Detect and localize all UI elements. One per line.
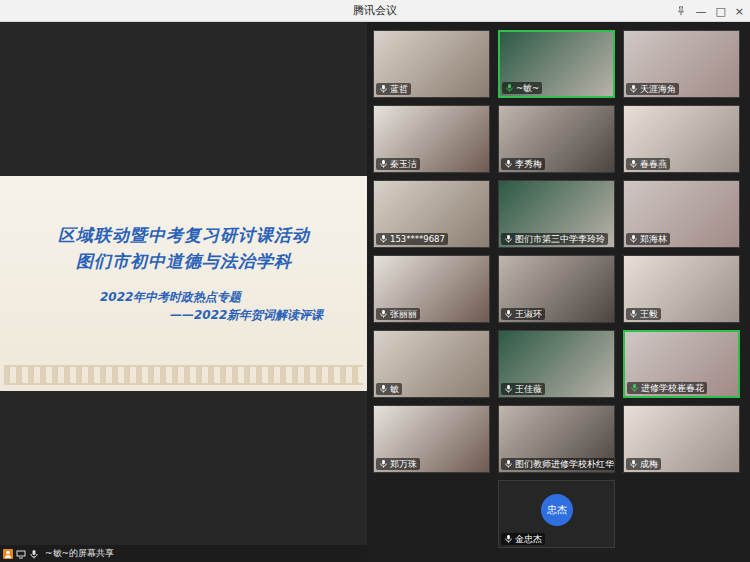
participant-name: 张丽丽 [390, 309, 417, 319]
participant-name: 春春燕 [640, 159, 667, 169]
participant-tile[interactable]: 图们教师进修学校朴红华 [498, 405, 615, 473]
participant-tile[interactable]: 天涯海角 [623, 30, 740, 98]
window-control-button[interactable]: □ [715, 6, 725, 17]
slide-subtitle: 2022年中考时政热点专题 [10, 288, 357, 306]
slide-subtitle: ——2022新年贺词解读评课 [10, 306, 357, 324]
participant-name: 敏 [390, 384, 399, 394]
participant-name: 蓝哲 [390, 84, 408, 94]
participant-name: 秦玉洁 [390, 159, 417, 169]
microphone-icon [629, 84, 638, 93]
participant-name: 郑万珠 [390, 459, 417, 469]
microphone-icon [504, 309, 513, 318]
participant-name: 王淑环 [515, 309, 542, 319]
microphone-icon [379, 459, 388, 468]
participant-label: 春春燕 [626, 158, 670, 170]
participant-label: ~敏~ [502, 82, 542, 94]
participant-name: 进修学校崔春花 [641, 383, 704, 393]
participant-tile[interactable]: 春春燕 [623, 105, 740, 173]
share-status-label: ~敏~的屏幕共享 [45, 547, 114, 560]
slide-title: 区域联动暨中考复习研讨课活动 [10, 223, 357, 249]
participant-tile[interactable]: 敏 [373, 330, 490, 398]
microphone-icon [505, 83, 514, 92]
participant-name: 图们市第三中学李玲玲 [515, 234, 605, 244]
microphone-icon [379, 159, 388, 168]
participant-tile[interactable]: 进修学校崔春花 [623, 330, 740, 398]
participant-name: ~敏~ [516, 83, 539, 93]
participant-tile[interactable]: 张丽丽 [373, 255, 490, 323]
participant-tile[interactable]: 成梅 [623, 405, 740, 473]
screen-share-area: 区域联动暨中考复习研讨课活动图们市初中道德与法治学科 2022年中考时政热点专题—… [0, 22, 367, 562]
window-title: 腾讯会议 [353, 3, 397, 18]
participant-label: 王毅 [626, 308, 661, 320]
participant-tile[interactable]: 忠杰金忠杰 [498, 480, 615, 548]
slide-pattern [4, 365, 363, 385]
microphone-icon [504, 534, 513, 543]
participant-label: 王佳薇 [501, 383, 545, 395]
microphone-icon [630, 383, 639, 392]
microphone-icon[interactable] [29, 549, 39, 559]
window-control-button[interactable]: × [735, 6, 744, 17]
microphone-icon [379, 234, 388, 243]
participant-name: 图们教师进修学校朴红华 [515, 459, 614, 469]
meeting-window: 腾讯会议 — □ × 区域联动暨中考复习研讨课活动图们市初中道德与法治学科 2022年中考… [0, 0, 750, 562]
share-status-bar: ~敏~的屏幕共享 [0, 545, 367, 562]
participant-label: 蓝哲 [376, 83, 411, 95]
participant-label: 李秀梅 [501, 158, 545, 170]
microphone-icon [379, 309, 388, 318]
participant-avatar: 忠杰 [541, 494, 573, 526]
participant-tile[interactable]: 王佳薇 [498, 330, 615, 398]
participant-label: 153****9687 [376, 233, 448, 245]
microphone-icon [629, 309, 638, 318]
slide-title: 图们市初中道德与法治学科 [10, 249, 357, 275]
participant-label: 王淑环 [501, 308, 545, 320]
participant-tile[interactable]: 郑万珠 [373, 405, 490, 473]
participant-label: 张丽丽 [376, 308, 420, 320]
window-controls: — □ × [676, 0, 744, 22]
participant-tile[interactable]: 郑海林 [623, 180, 740, 248]
participant-tile[interactable]: 蓝哲 [373, 30, 490, 98]
participant-label: 郑海林 [626, 233, 670, 245]
participant-name: 郑海林 [640, 234, 667, 244]
participant-name: 成梅 [640, 459, 658, 469]
participant-name: 王佳薇 [515, 384, 542, 394]
title-bar: 腾讯会议 — □ × [0, 0, 750, 22]
screen-icon[interactable] [16, 549, 26, 559]
pin-icon[interactable] [676, 6, 686, 16]
microphone-icon [379, 84, 388, 93]
meeting-body: 区域联动暨中考复习研讨课活动图们市初中道德与法治学科 2022年中考时政热点专题—… [0, 22, 750, 562]
microphone-icon [504, 159, 513, 168]
participant-tile[interactable]: 王毅 [623, 255, 740, 323]
microphone-icon [629, 159, 638, 168]
participant-tile[interactable]: 153****9687 [373, 180, 490, 248]
participant-tile[interactable]: 秦玉洁 [373, 105, 490, 173]
participant-label: 进修学校崔春花 [627, 382, 707, 394]
participant-name: 王毅 [640, 309, 658, 319]
participant-name: 李秀梅 [515, 159, 542, 169]
window-control-button[interactable]: — [695, 6, 706, 17]
participant-name: 天涯海角 [640, 84, 676, 94]
participant-label: 图们市第三中学李玲玲 [501, 233, 608, 245]
participant-grid: 蓝哲~敏~天涯海角秦玉洁李秀梅春春燕153****9687图们市第三中学李玲玲郑… [367, 22, 750, 562]
participant-tile[interactable]: ~敏~ [498, 30, 615, 98]
participant-label: 金忠杰 [501, 533, 545, 545]
participant-label: 郑万珠 [376, 458, 420, 470]
participant-name: 金忠杰 [515, 534, 542, 544]
microphone-icon [629, 234, 638, 243]
shared-slide: 区域联动暨中考复习研讨课活动图们市初中道德与法治学科 2022年中考时政热点专题—… [0, 176, 367, 391]
participant-label: 天涯海角 [626, 83, 679, 95]
participant-name: 153****9687 [390, 234, 445, 244]
participant-tile[interactable]: 李秀梅 [498, 105, 615, 173]
participant-label: 秦玉洁 [376, 158, 420, 170]
participant-tile[interactable]: 图们市第三中学李玲玲 [498, 180, 615, 248]
microphone-icon [629, 459, 638, 468]
participant-label: 成梅 [626, 458, 661, 470]
participant-label: 敏 [376, 383, 402, 395]
microphone-icon [504, 384, 513, 393]
user-icon[interactable] [3, 549, 13, 559]
microphone-icon [504, 234, 513, 243]
microphone-icon [379, 384, 388, 393]
microphone-icon [504, 459, 513, 468]
participant-label: 图们教师进修学校朴红华 [501, 458, 615, 470]
participant-tile[interactable]: 王淑环 [498, 255, 615, 323]
